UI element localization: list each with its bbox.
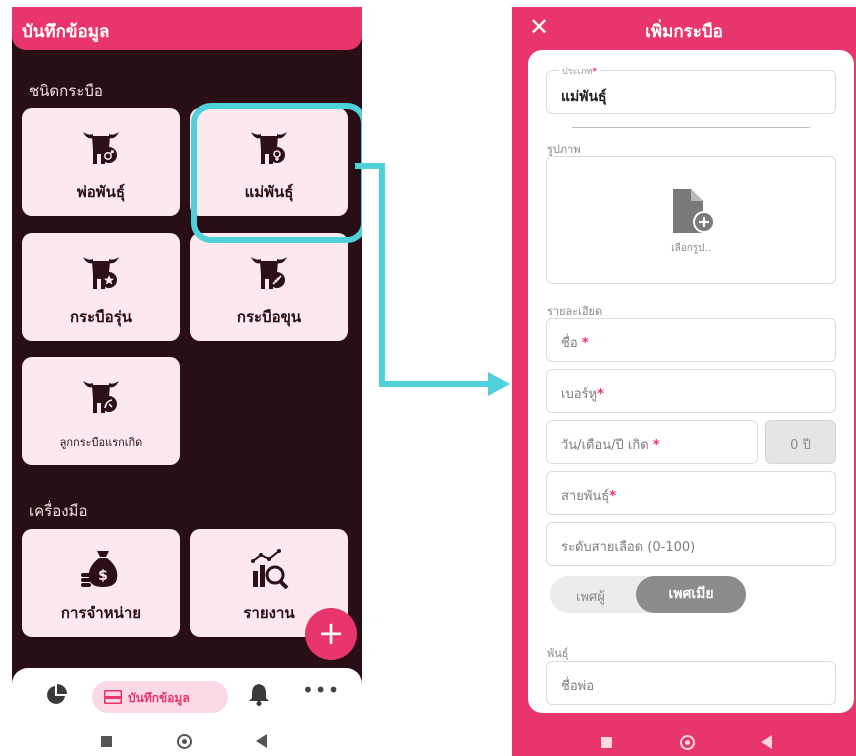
- age-display: 0 ปี: [765, 420, 836, 464]
- blood-level-field[interactable]: ระดับสายเลือด (0-100): [546, 522, 836, 566]
- app-header: บันทึกข้อมูล: [12, 7, 362, 50]
- name-field[interactable]: ชื่อ *: [546, 318, 836, 362]
- record-icon: [104, 690, 122, 704]
- gender-female-option[interactable]: เพศเมีย: [636, 576, 746, 613]
- type-legend: ประเภท*: [559, 64, 601, 78]
- money-bag-icon: $: [81, 551, 118, 587]
- home-icon[interactable]: [177, 734, 192, 749]
- buffalo-baby-icon: [83, 381, 119, 413]
- system-navigation-bar: [12, 726, 362, 756]
- image-picker[interactable]: เลือกรูป..: [546, 156, 836, 284]
- breed-placeholder: สายพันธุ์*: [561, 489, 617, 504]
- buffalo-star-icon: [83, 257, 119, 289]
- image-caption: เลือกรูป..: [671, 243, 711, 254]
- home-icon[interactable]: [680, 735, 695, 750]
- add-file-icon: [673, 189, 715, 233]
- nav-record-tab[interactable]: บันทึกข้อมูล: [92, 681, 228, 713]
- more-icon[interactable]: •••: [302, 678, 340, 702]
- report-icon: [251, 549, 289, 589]
- father-name-placeholder: ชื่อพ่อ: [561, 679, 595, 694]
- father-name-field[interactable]: ชื่อพ่อ: [546, 661, 836, 705]
- right-screen: ✕ เพิ่มกระบือ ประเภท* แม่พันธุ์ รูปภาพ เ…: [512, 7, 856, 756]
- type-value: แม่พันธุ์: [561, 89, 607, 105]
- gender-male-option[interactable]: เพศผู้: [576, 586, 605, 607]
- card-label: กระบือขุน: [236, 308, 302, 326]
- card-fattening-buffalo[interactable]: กระบือขุน: [190, 233, 348, 341]
- back-icon[interactable]: [761, 735, 772, 749]
- name-placeholder: ชื่อ *: [561, 336, 589, 351]
- card-label: กระบือรุ่น: [69, 308, 133, 326]
- card-label: ลูกกระบือแรกเกิด: [59, 436, 143, 449]
- left-screen: บันทึกข้อมูล ชนิดกระบือ พ่อพันธุ์ แม่พัน…: [12, 7, 362, 756]
- age-value: 0 ปี: [790, 438, 811, 453]
- add-fab-button[interactable]: +: [305, 608, 357, 660]
- recents-icon[interactable]: [601, 737, 612, 748]
- bottom-navigation: บันทึกข้อมูล •••: [12, 668, 362, 726]
- tool-disposal[interactable]: $ การจำหน่าย: [22, 529, 180, 637]
- buffalo-feed-icon: [251, 257, 287, 289]
- section-buffalo-types: ชนิดกระบือ: [29, 82, 103, 100]
- nav-record-label: บันทึกข้อมูล: [128, 691, 190, 705]
- breed-field[interactable]: สายพันธุ์*: [546, 471, 836, 515]
- card-breeder-male[interactable]: พ่อพันธุ์: [22, 108, 180, 216]
- card-label: พ่อพันธุ์: [76, 183, 126, 201]
- tool-label: การจำหน่าย: [60, 604, 142, 622]
- bell-icon[interactable]: [248, 682, 270, 706]
- page-title: เพิ่มกระบือ: [645, 22, 723, 42]
- card-newborn-calf[interactable]: ลูกกระบือแรกเกิด: [22, 357, 180, 465]
- gender-toggle[interactable]: เพศผู้ เพศเมีย: [550, 576, 746, 613]
- pie-chart-icon[interactable]: [45, 684, 67, 706]
- header-title: บันทึกข้อมูล: [22, 22, 110, 42]
- bull-male-icon: [83, 132, 119, 164]
- form-panel: ประเภท* แม่พันธุ์ รูปภาพ เลือกรูป.. รายล…: [528, 50, 854, 713]
- ear-tag-placeholder: เบอร์หู*: [561, 387, 604, 402]
- recents-icon[interactable]: [101, 736, 112, 747]
- ear-tag-field[interactable]: เบอร์หู*: [546, 369, 836, 413]
- section-tools: เครื่องมือ: [29, 502, 88, 520]
- blood-level-placeholder: ระดับสายเลือด (0-100): [561, 540, 696, 555]
- divider: [572, 127, 810, 128]
- birth-date-placeholder: วัน/เดือน/ปี เกิด *: [561, 438, 660, 453]
- back-icon[interactable]: [256, 734, 267, 748]
- highlight-box: [191, 103, 362, 243]
- type-select[interactable]: ประเภท* แม่พันธุ์: [546, 64, 836, 114]
- system-navigation-bar: [512, 725, 856, 756]
- card-young-buffalo[interactable]: กระบือรุ่น: [22, 233, 180, 341]
- svg-text:$: $: [98, 568, 108, 584]
- birth-date-field[interactable]: วัน/เดือน/ปี เกิด *: [546, 420, 758, 464]
- lineage-label: พันธุ์: [547, 647, 569, 660]
